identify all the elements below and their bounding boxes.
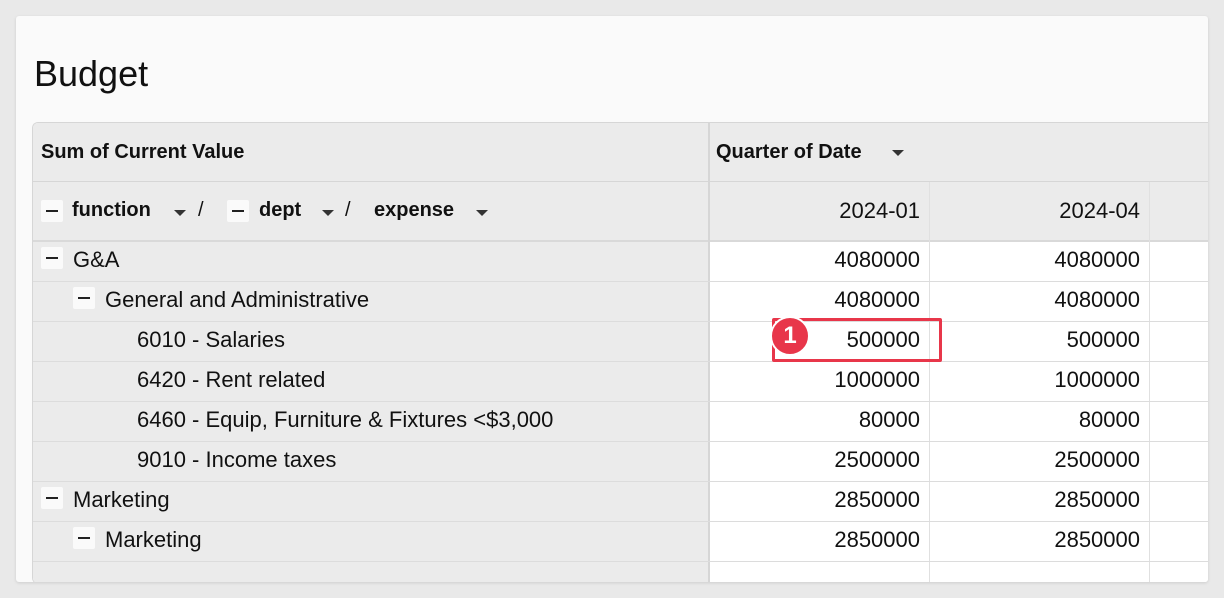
column-values-header: 2024-01 2024-04 [710,182,1208,242]
page-title: Budget [34,53,149,94]
column-divider [1149,182,1150,582]
collapse-row-icon[interactable] [41,487,63,509]
row-label: G&A [73,247,120,272]
row-label: Marketing [73,487,170,512]
budget-card: Budget Sum of Current Value Quarter of D… [16,16,1208,582]
chevron-down-icon[interactable] [892,150,904,156]
table-cell[interactable]: 2850000 [720,487,920,513]
row-label: 6460 - Equip, Furniture & Fixtures <$3,0… [137,407,554,432]
column-field-header[interactable]: Quarter of Date [710,123,1208,182]
table-cell[interactable]: 80000 [720,407,920,433]
collapse-row-icon[interactable] [41,247,63,269]
table-cell[interactable]: 80000 [940,407,1140,433]
table-cell[interactable]: 2850000 [940,527,1140,553]
collapse-dept-icon[interactable] [227,200,249,222]
table-cell[interactable]: 2850000 [720,527,920,553]
chevron-down-icon[interactable] [322,210,334,216]
row-label: 6010 - Salaries [137,327,285,352]
field-separator: / [198,199,204,221]
frozen-divider [708,123,710,582]
row-field-expense[interactable]: expense [374,199,454,222]
table-cell[interactable]: 4080000 [720,247,920,273]
value-label-header: Sum of Current Value [33,123,708,182]
column-header: 2024-04 [1059,198,1140,223]
column-field-label: Quarter of Date [716,141,862,163]
row-label: Marketing [105,527,202,552]
chevron-down-icon[interactable] [476,210,488,216]
row-field-dept[interactable]: dept [259,199,301,222]
table-cell[interactable]: 4080000 [940,247,1140,273]
table-cell[interactable]: 2500000 [940,447,1140,473]
table-cell[interactable]: 2500000 [720,447,920,473]
row-label: 6420 - Rent related [137,367,326,392]
table-cell[interactable]: 4080000 [720,287,920,313]
row-field-function[interactable]: function [72,199,151,222]
column-header: 2024-01 [839,198,920,223]
collapse-row-icon[interactable] [73,287,95,309]
value-label: Sum of Current Value [41,141,245,163]
row-fields-header: function / dept / expense [33,182,708,242]
collapse-function-icon[interactable] [41,200,63,222]
table-cell[interactable]: 1000000 [940,367,1140,393]
annotation-badge: 1 [770,316,810,356]
column-divider [929,182,930,582]
chevron-down-icon[interactable] [174,210,186,216]
table-cell[interactable]: 2850000 [940,487,1140,513]
table-cell[interactable]: 1000000 [720,367,920,393]
field-separator: / [345,199,351,221]
row-label: General and Administrative [105,287,370,312]
table-cell[interactable]: 500000 [940,327,1140,353]
row-label: 9010 - Income taxes [137,447,337,472]
table-cell[interactable]: 4080000 [940,287,1140,313]
pivot-table: Sum of Current Value Quarter of Date fun… [32,122,1208,582]
collapse-row-icon[interactable] [73,527,95,549]
